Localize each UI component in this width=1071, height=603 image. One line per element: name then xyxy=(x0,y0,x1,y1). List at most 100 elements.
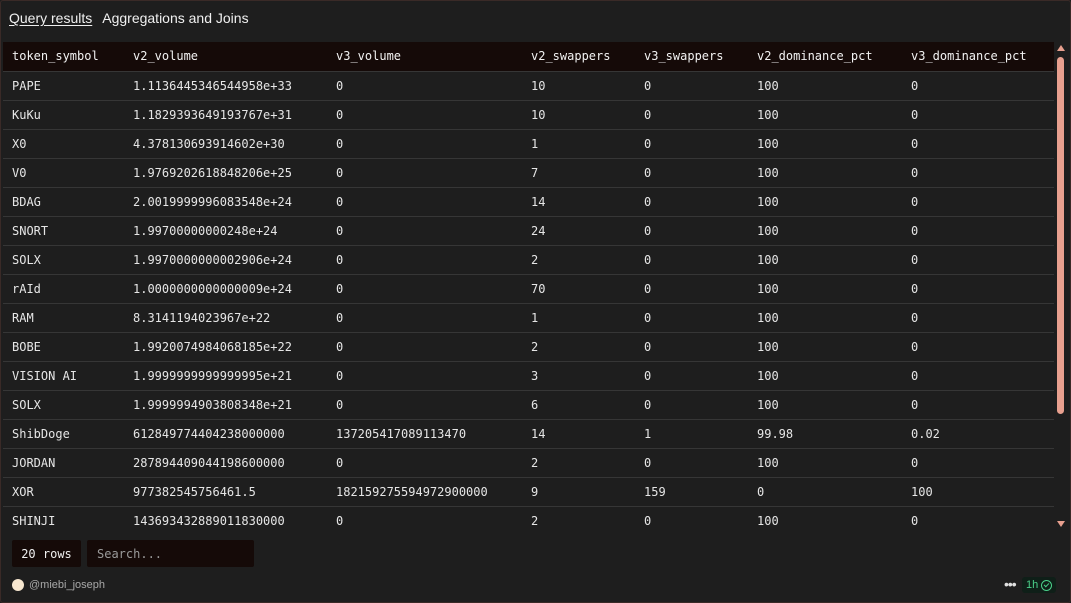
table-cell-v3-dominance-pct: 0 xyxy=(911,194,919,209)
author-info[interactable]: @miebi_joseph xyxy=(12,579,105,591)
table-row[interactable]: SHINJI 143693432889011830000 0 2 0 100 0 xyxy=(3,506,1054,529)
table-cell-v3-volume: 0 xyxy=(336,310,344,325)
table-header-row: token_symbol v2_volume v3_volume v2_swapper… xyxy=(3,42,1054,71)
avatar xyxy=(12,579,24,591)
table-cell-v3-dominance-pct: 0 xyxy=(911,107,919,122)
table-cell-v3-swappers: 0 xyxy=(644,252,652,267)
table-cell-v3-volume: 0 xyxy=(336,368,344,383)
table-cell-token-symbol: BOBE xyxy=(12,339,41,354)
table-cell-v3-volume: 137205417089113470 xyxy=(336,426,467,441)
table-cell-v3-volume: 0 xyxy=(336,107,344,122)
table-cell-v3-swappers: 0 xyxy=(644,223,652,238)
table-row[interactable]: JORDAN 287894409044198600000 0 2 0 100 0 xyxy=(3,448,1054,477)
column-header-v2-volume[interactable]: v2_volume xyxy=(124,42,327,71)
table-cell-token-symbol: V0 xyxy=(12,165,27,180)
table-row[interactable]: KuKu 1.1829393649193767e+31 0 10 0 100 0 xyxy=(3,100,1054,129)
table-cell-v3-dominance-pct: 0 xyxy=(911,310,919,325)
table-cell-v2-volume: 143693432889011830000 xyxy=(133,513,285,528)
column-header-v3-swappers[interactable]: v3_swappers xyxy=(635,42,748,71)
table-cell-token-symbol: SOLX xyxy=(12,252,41,267)
table-cell-v3-dominance-pct: 0 xyxy=(911,368,919,383)
table-cell-v3-volume: 0 xyxy=(336,136,344,151)
table-cell-v3-swappers: 0 xyxy=(644,136,652,151)
table-cell-v2-volume: 1.1136445346544958e+33 xyxy=(133,78,292,93)
table-row[interactable]: RAM 8.3141194023967e+22 0 1 0 100 0 xyxy=(3,303,1054,332)
table-row[interactable]: SOLX 1.9970000000002906e+24 0 2 0 100 0 xyxy=(3,245,1054,274)
refresh-age-badge[interactable]: 1h xyxy=(1022,577,1057,593)
column-header-v3-dominance-pct[interactable]: v3_dominance_pct xyxy=(902,42,1054,71)
table-row[interactable]: SOLX 1.9999994903808348e+21 0 6 0 100 0 xyxy=(3,390,1054,419)
table-cell-v2-dominance-pct: 99.98 xyxy=(757,426,794,441)
table-cell-v3-dominance-pct: 0 xyxy=(911,223,919,238)
table-cell-v3-volume: 0 xyxy=(336,194,344,209)
table-cell-v3-volume: 0 xyxy=(336,513,344,528)
table-cell-v2-volume: 1.1829393649193767e+31 xyxy=(133,107,292,122)
table-cell-v3-dominance-pct: 0 xyxy=(911,397,919,412)
table-cell-v3-volume: 0 xyxy=(336,78,344,93)
table-cell-v2-swappers: 1 xyxy=(531,310,539,325)
table-row[interactable]: ShibDoge 612849774404238000000 13720541708… xyxy=(3,419,1054,448)
table-row[interactable]: BOBE 1.9920074984068185e+22 0 2 0 100 0 xyxy=(3,332,1054,361)
table-cell-v3-volume: 0 xyxy=(336,252,344,267)
table-cell-v2-dominance-pct: 100 xyxy=(757,310,779,325)
table-cell-v3-swappers: 0 xyxy=(644,397,652,412)
table-cell-token-symbol: ShibDoge xyxy=(12,426,70,441)
table-cell-v2-volume: 8.3141194023967e+22 xyxy=(133,310,271,325)
table-row[interactable]: VISION AI 1.9999999999999995e+21 0 3 0 100 0 xyxy=(3,361,1054,390)
tab-query-results[interactable]: Query results xyxy=(9,10,92,30)
table-cell-v2-dominance-pct: 100 xyxy=(757,513,779,528)
column-header-v2-swappers[interactable]: v2_swappers xyxy=(522,42,635,71)
table-cell-v2-volume: 1.9920074984068185e+22 xyxy=(133,339,292,354)
column-header-token-symbol[interactable]: token_symbol xyxy=(3,42,124,71)
tab-aggregations-and-joins[interactable]: Aggregations and Joins xyxy=(102,10,248,30)
more-options-icon[interactable]: ••• xyxy=(1004,576,1017,592)
table-cell-v2-volume: 612849774404238000000 xyxy=(133,426,285,441)
table-cell-token-symbol: VISION AI xyxy=(12,368,78,383)
table-cell-v2-volume: 2.0019999996083548e+24 xyxy=(133,194,292,209)
table-row[interactable]: SNORT 1.99700000000248e+24 0 24 0 100 0 xyxy=(3,216,1054,245)
table-cell-v3-swappers: 0 xyxy=(644,368,652,383)
column-header-v3-volume[interactable]: v3_volume xyxy=(327,42,522,71)
author-name[interactable]: @miebi_joseph xyxy=(29,579,105,591)
scrollbar-thumb[interactable] xyxy=(1057,57,1064,414)
table-cell-v2-swappers: 14 xyxy=(531,426,546,441)
table-row[interactable]: PAPE 1.1136445346544958e+33 0 10 0 100 0 xyxy=(3,71,1054,100)
table-row[interactable]: V0 1.9769202618848206e+25 0 7 0 100 0 xyxy=(3,158,1054,187)
table-cell-v3-swappers: 0 xyxy=(644,78,652,93)
column-header-v2-dominance-pct[interactable]: v2_dominance_pct xyxy=(748,42,902,71)
query-results-panel: Query results Aggregations and Joins tok… xyxy=(0,0,1071,603)
table-cell-v2-swappers: 1 xyxy=(531,136,539,151)
table-cell-v2-dominance-pct: 100 xyxy=(757,165,779,180)
search-input[interactable] xyxy=(87,540,254,567)
table-cell-v2-swappers: 2 xyxy=(531,513,539,528)
row-count-badge: 20 rows xyxy=(12,540,81,567)
table-cell-v2-dominance-pct: 100 xyxy=(757,339,779,354)
table-cell-v3-volume: 0 xyxy=(336,455,344,470)
vertical-scrollbar[interactable] xyxy=(1056,43,1066,527)
table-cell-v3-volume: 0 xyxy=(336,223,344,238)
table-body: PAPE 1.1136445346544958e+33 0 10 0 100 0 KuKu 1.… xyxy=(3,71,1054,529)
table-cell-v2-dominance-pct: 100 xyxy=(757,281,779,296)
table-cell-v3-swappers: 0 xyxy=(644,107,652,122)
table-cell-v3-dominance-pct: 0 xyxy=(911,455,919,470)
table-cell-v2-dominance-pct: 100 xyxy=(757,78,779,93)
table-row[interactable]: XOR 977382545756461.5 18215927559497290000… xyxy=(3,477,1054,506)
table-cell-v3-swappers: 0 xyxy=(644,281,652,296)
table-cell-token-symbol: SHINJI xyxy=(12,513,56,528)
table-row[interactable]: BDAG 2.0019999996083548e+24 0 14 0 100 0 xyxy=(3,187,1054,216)
table-cell-v3-dominance-pct: 0 xyxy=(911,136,919,151)
table-cell-v3-dominance-pct: 0 xyxy=(911,78,919,93)
table-row[interactable]: rAId 1.0000000000000009e+24 0 70 0 100 0 xyxy=(3,274,1054,303)
table-cell-v3-volume: 0 xyxy=(336,397,344,412)
scroll-down-arrow-icon[interactable] xyxy=(1057,521,1065,527)
table-cell-v2-dominance-pct: 100 xyxy=(757,252,779,267)
table-cell-v2-swappers: 9 xyxy=(531,484,539,499)
scroll-up-arrow-icon[interactable] xyxy=(1057,45,1065,51)
table-cell-token-symbol: KuKu xyxy=(12,107,41,122)
table-cell-v2-swappers: 6 xyxy=(531,397,539,412)
table-cell-v2-swappers: 2 xyxy=(531,252,539,267)
table-row[interactable]: X0 4.378130693914602e+30 0 1 0 100 0 xyxy=(3,129,1054,158)
table-cell-v2-volume: 1.0000000000000009e+24 xyxy=(133,281,292,296)
table-cell-v3-dominance-pct: 0 xyxy=(911,252,919,267)
table-cell-v3-swappers: 0 xyxy=(644,513,652,528)
